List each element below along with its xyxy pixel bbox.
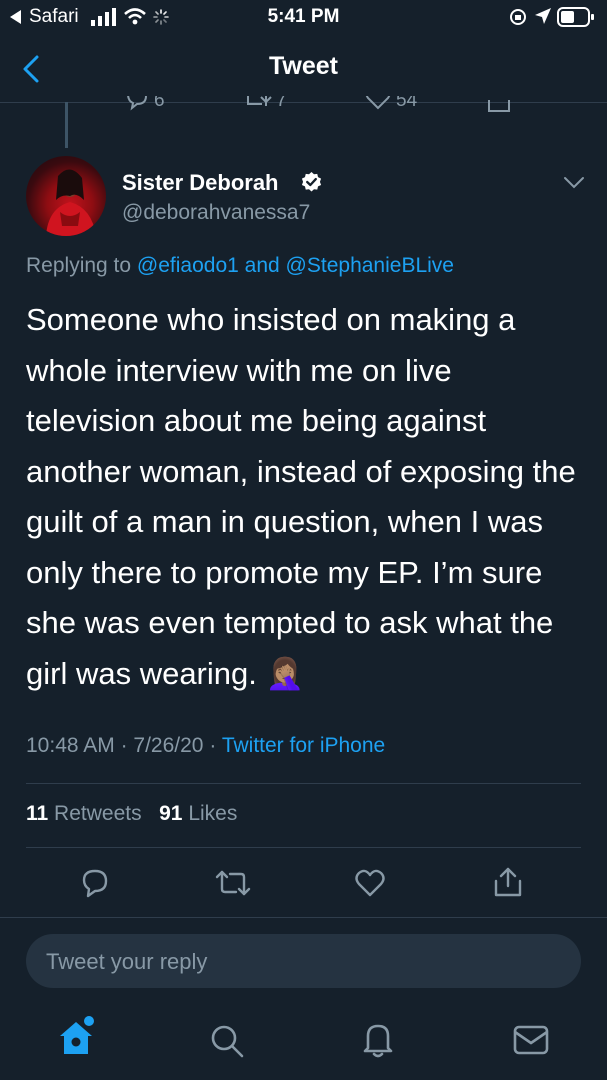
share-icon[interactable] xyxy=(492,865,524,899)
mention-link[interactable]: @efiaodo1 xyxy=(137,254,239,277)
retweets-stat[interactable]: 11 Retweets xyxy=(26,802,142,825)
meta-separator: · xyxy=(209,734,217,757)
reply-placeholder: Tweet your reply xyxy=(46,949,208,974)
search-icon[interactable] xyxy=(208,1022,246,1060)
retweets-count: 11 xyxy=(26,802,49,825)
messages-envelope-icon[interactable] xyxy=(512,1024,550,1056)
reply-icon[interactable] xyxy=(124,96,150,112)
battery-icon xyxy=(557,7,594,27)
status-bar: Safari 5:41 PM xyxy=(0,0,607,34)
tweet-meta: 10:48 AM · 7/26/20 · Twitter for iPhone xyxy=(26,734,385,758)
orientation-lock-icon xyxy=(510,9,526,25)
author-name[interactable]: Sister Deborah xyxy=(122,170,279,196)
chevron-down-icon[interactable] xyxy=(563,176,585,190)
divider xyxy=(26,783,581,784)
thread-line xyxy=(65,102,68,148)
reply-icon[interactable] xyxy=(79,867,111,899)
likes-stat[interactable]: 91 Likes xyxy=(159,802,237,825)
retweet-icon[interactable] xyxy=(214,867,252,899)
previous-retweet-count: 7 xyxy=(276,96,287,111)
like-icon[interactable] xyxy=(364,96,392,112)
tweet-time: 10:48 AM xyxy=(26,734,115,757)
previous-tweet-actions: 6 7 54 xyxy=(0,96,607,122)
replying-to-prefix: Replying to xyxy=(26,254,132,277)
reply-input[interactable]: Tweet your reply xyxy=(26,934,581,988)
notifications-bell-icon[interactable] xyxy=(360,1020,396,1060)
verified-badge-icon xyxy=(301,171,322,192)
previous-reply-count: 6 xyxy=(154,96,165,111)
page-title: Tweet xyxy=(269,52,338,80)
previous-like-count: 54 xyxy=(396,96,418,111)
mention-link[interactable]: @StephanieBLive xyxy=(286,254,454,277)
likes-label: Likes xyxy=(188,802,238,825)
tweet-source-link[interactable]: Twitter for iPhone xyxy=(222,734,385,757)
replying-to-line: Replying to @efiaodo1 and @StephanieBLiv… xyxy=(26,254,454,278)
avatar[interactable] xyxy=(26,156,106,236)
tweet-text: Someone who insisted on making a whole i… xyxy=(26,302,576,691)
meta-separator: · xyxy=(120,734,128,757)
like-icon[interactable] xyxy=(354,867,386,899)
location-icon xyxy=(535,8,551,24)
nav-bar: Tweet xyxy=(0,34,607,103)
tweet-action-bar xyxy=(0,863,607,903)
author-handle[interactable]: @deborahvanessa7 xyxy=(122,201,310,225)
tweet-stats: 11 Retweets 91 Likes xyxy=(26,802,237,826)
tweet-date: 7/26/20 xyxy=(133,734,204,757)
likes-count: 91 xyxy=(159,802,183,825)
retweet-icon[interactable] xyxy=(244,96,274,114)
share-icon[interactable] xyxy=(486,96,512,114)
retweets-label: Retweets xyxy=(54,802,142,825)
divider xyxy=(26,847,581,848)
tab-bar xyxy=(0,1000,607,1080)
avatar-photo xyxy=(46,169,96,236)
home-icon[interactable] xyxy=(56,1014,96,1058)
replying-to-and: and xyxy=(244,254,280,277)
divider xyxy=(0,917,607,918)
